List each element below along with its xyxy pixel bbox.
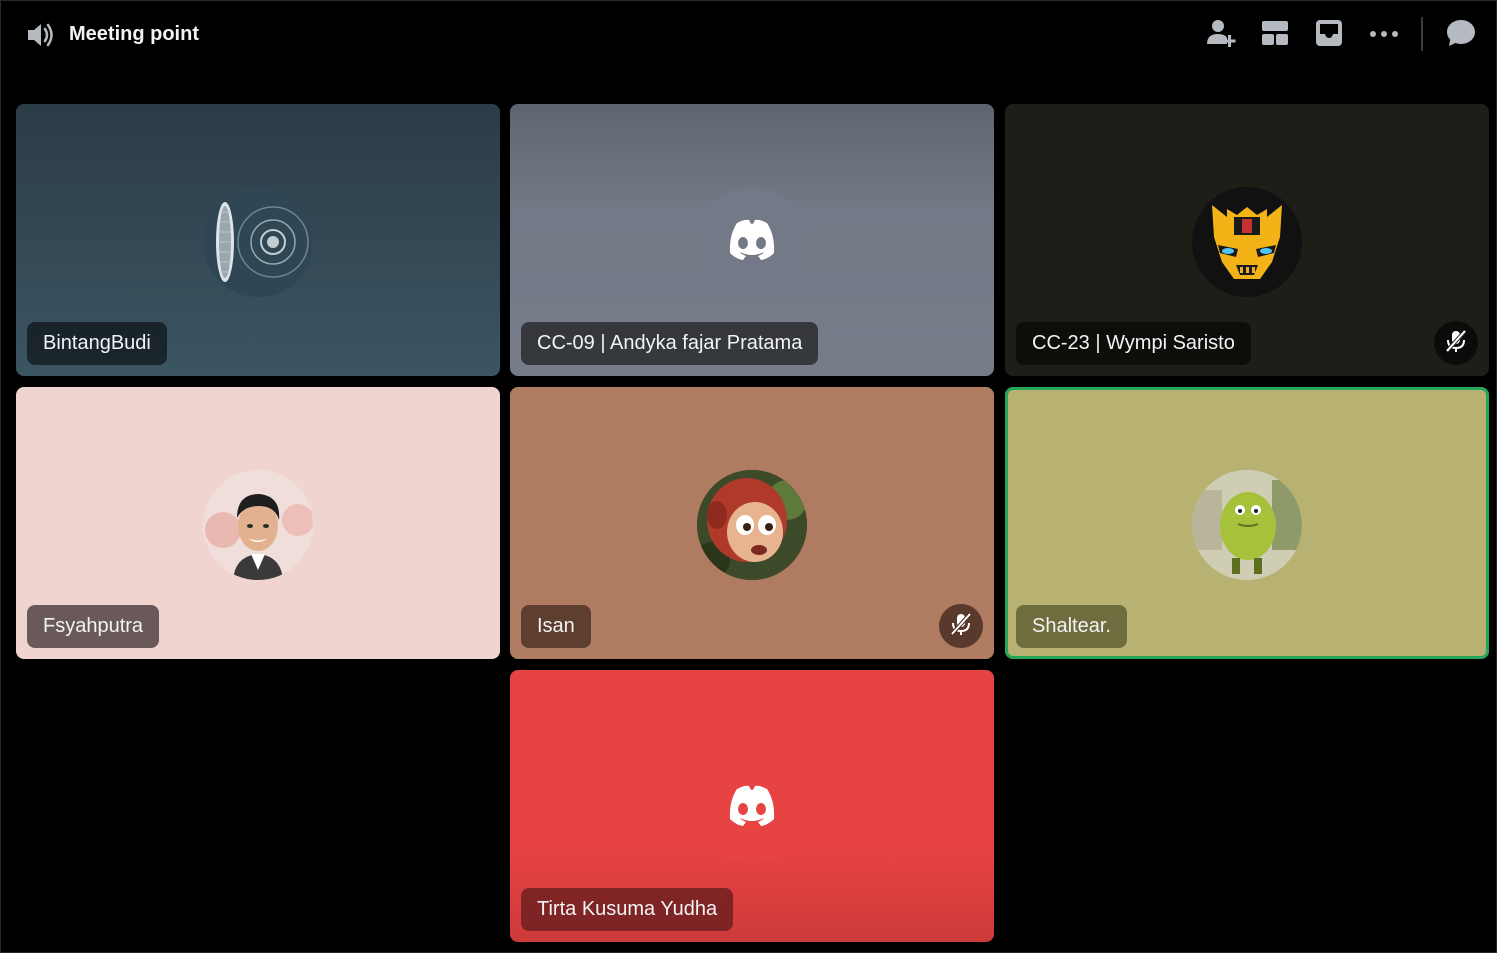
participant-name: BintangBudi [27, 322, 167, 365]
photo-avatar [203, 470, 313, 580]
inbox-button[interactable] [1311, 17, 1347, 53]
add-person-icon [1204, 16, 1238, 55]
ellipsis-icon [1368, 26, 1400, 44]
participant-name: Fsyahputra [27, 605, 160, 648]
more-options-button[interactable] [1366, 17, 1402, 53]
participant-tile[interactable]: Fsyahputra [16, 387, 500, 659]
chat-bubble-icon [1445, 18, 1477, 53]
discord-default-avatar [697, 187, 807, 297]
add-member-button[interactable] [1203, 17, 1239, 53]
participant-name: Shaltear. [1016, 605, 1127, 648]
green-creature-avatar [1192, 470, 1302, 580]
participant-tile[interactable]: Tirta Kusuma Yudha [510, 670, 994, 942]
muted-microphone-icon [1443, 328, 1469, 359]
participant-name: CC-09 | Andyka fajar Pratama [521, 322, 819, 365]
bumblebee-avatar [1192, 187, 1302, 297]
participant-tile[interactable]: CC-23 | Wympi Saristo [1005, 104, 1489, 376]
speaker-icon [25, 20, 57, 50]
participant-tile[interactable]: BintangBudi [16, 104, 500, 376]
layout-button[interactable] [1257, 17, 1293, 53]
channel-header: Meeting point [1, 1, 1497, 69]
voice-channel-window: Meeting point BintangBudi CC-09 | Andyka… [0, 0, 1497, 953]
participant-tile[interactable]: Isan [510, 387, 994, 659]
participant-name: CC-23 | Wympi Saristo [1016, 322, 1251, 365]
inbox-icon [1314, 18, 1344, 53]
chat-button[interactable] [1443, 17, 1479, 53]
participant-tile[interactable]: Shaltear. [1005, 387, 1489, 659]
discord-default-avatar [697, 753, 807, 863]
wheel-avatar [203, 187, 313, 297]
muted-status [939, 604, 983, 648]
monkey-avatar [697, 470, 807, 580]
participant-name: Tirta Kusuma Yudha [521, 888, 734, 931]
channel-title: Meeting point [69, 23, 199, 45]
muted-microphone-icon [948, 611, 974, 642]
participant-tile[interactable]: CC-09 | Andyka fajar Pratama [510, 104, 994, 376]
participant-name: Isan [521, 605, 591, 648]
muted-status [1434, 321, 1478, 365]
toolbar-divider [1421, 17, 1423, 51]
grid-layout-icon [1260, 18, 1290, 53]
